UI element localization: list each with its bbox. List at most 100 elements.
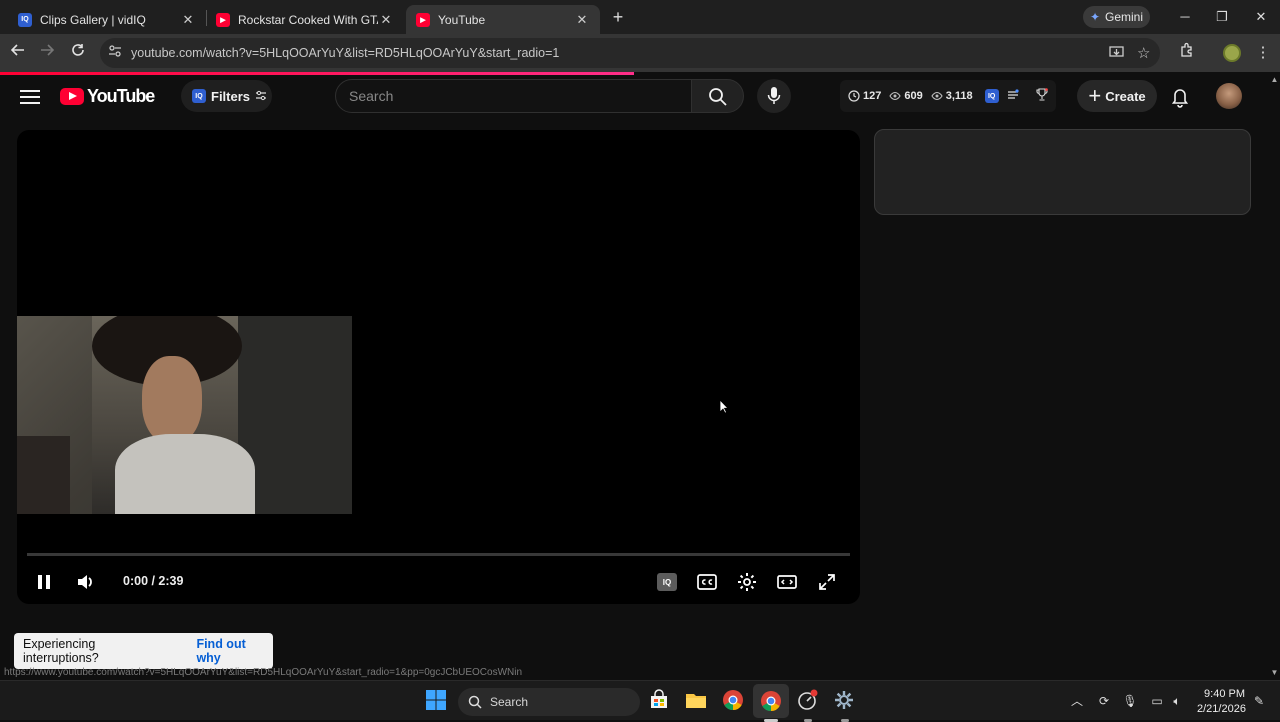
microsoft-store-icon[interactable]	[648, 689, 672, 713]
vidiq-icon: IQ	[657, 573, 677, 591]
vidiq-icon[interactable]: IQ	[984, 89, 999, 103]
theater-mode-icon	[777, 575, 797, 589]
create-button[interactable]: + Create	[1077, 80, 1157, 112]
status-bar-url: https://www.youtube.com/watch?v=5HLqOOAr…	[4, 667, 523, 678]
clock-icon	[848, 90, 860, 102]
sliders-icon	[255, 89, 267, 104]
face-shape	[142, 356, 202, 444]
chrome-profile-icon[interactable]	[753, 684, 789, 722]
extensions-puzzle-icon[interactable]	[1176, 42, 1198, 64]
speaker-icon[interactable]: 🔈︎	[1168, 692, 1186, 710]
tab-youtube[interactable]: ▶ YouTube ✕	[406, 5, 600, 34]
youtube-masthead: YouTube IQ Filters 127 609 3,118 IQ	[0, 75, 1268, 119]
scroll-down-arrow-icon[interactable]: ▼	[1269, 668, 1280, 678]
address-bar[interactable]: youtube.com/watch?v=5HLqOOArYuY&list=RD5…	[100, 38, 1160, 68]
youtube-logo[interactable]: YouTube	[60, 86, 155, 107]
clock-stat-value: 127	[863, 90, 882, 102]
network-icon[interactable]: ▭	[1148, 692, 1166, 710]
trophy-icon[interactable]	[1036, 88, 1048, 104]
close-tab-icon[interactable]: ✕	[180, 12, 196, 28]
vidiq-icon: IQ	[192, 89, 206, 103]
voice-search-button[interactable]	[757, 79, 791, 113]
new-tab-button[interactable]: +	[608, 7, 628, 27]
windows-taskbar: Search ︿ ⟳ 🎙︎ ▭ 🔈︎ 9:40 PM 2/21/2026 ✎	[0, 680, 1280, 722]
install-app-icon[interactable]	[1109, 45, 1124, 64]
views-eye-icon	[931, 91, 943, 101]
create-label: Create	[1105, 88, 1146, 104]
sidebar-placeholder-card	[874, 129, 1251, 215]
vidiq-icon: IQ	[18, 12, 32, 27]
settings-gear-icon[interactable]	[833, 689, 857, 722]
gemini-label: Gemini	[1105, 10, 1144, 24]
reload-icon[interactable]	[67, 42, 89, 64]
tab-rockstar-video[interactable]: ▶ Rockstar Cooked With GTA 6 Br ✕	[206, 5, 404, 34]
notification-center-icon[interactable]: ✎	[1250, 692, 1268, 710]
video-player[interactable]: 0:00 / 2:39 IQ	[17, 130, 860, 604]
minimize-window-icon[interactable]: ─	[1173, 6, 1197, 28]
fullscreen-icon	[819, 574, 835, 590]
recording-app-icon[interactable]	[796, 689, 820, 722]
filters-label: Filters	[211, 88, 251, 104]
restore-window-icon[interactable]: ❐	[1210, 6, 1234, 28]
shirt-shape	[115, 434, 255, 514]
browser-tab-strip: IQ Clips Gallery | vidIQ ✕ ▶ Rockstar Co…	[0, 0, 1280, 34]
theater-mode-button[interactable]	[775, 570, 799, 594]
youtube-icon: ▶	[416, 12, 430, 27]
subtitles-button[interactable]	[695, 570, 719, 594]
chrome-icon[interactable]	[722, 689, 746, 713]
more-menu-icon[interactable]: ⋮	[1252, 42, 1274, 64]
gear-icon	[738, 573, 756, 591]
vidiq-list-icon[interactable]	[1007, 88, 1019, 104]
bookmark-star-icon[interactable]: ☆	[1137, 44, 1150, 62]
fullscreen-button[interactable]	[815, 570, 839, 594]
scroll-up-arrow-icon[interactable]: ▲	[1269, 75, 1280, 85]
search-input[interactable]	[349, 80, 679, 112]
back-arrow-icon[interactable]	[7, 42, 29, 64]
closed-captions-icon	[697, 574, 717, 590]
profile-avatar-icon[interactable]	[1221, 42, 1243, 64]
browser-toolbar: youtube.com/watch?v=5HLqOOArYuY&list=RD5…	[0, 34, 1280, 72]
file-explorer-icon[interactable]	[685, 689, 709, 713]
close-tab-icon[interactable]: ✕	[378, 12, 394, 28]
volume-icon	[78, 575, 92, 589]
url-text: youtube.com/watch?v=5HLqOOArYuY&list=RD5…	[131, 46, 560, 60]
vidiq-player-button[interactable]: IQ	[655, 570, 679, 594]
taskbar-search[interactable]: Search	[458, 688, 640, 716]
find-out-why-link[interactable]: Find out why	[196, 637, 273, 665]
foreground-object	[17, 436, 70, 514]
sync-icon[interactable]: ⟳	[1095, 692, 1113, 710]
account-avatar[interactable]	[1216, 83, 1242, 109]
site-info-icon[interactable]	[108, 44, 124, 60]
plus-icon: +	[1088, 83, 1102, 108]
video-progress-bar[interactable]	[27, 553, 850, 556]
windows-start-button[interactable]	[425, 689, 449, 713]
clock-time: 9:40 PM	[1204, 688, 1245, 700]
show-hidden-icons-chevron-icon[interactable]: ︿	[1068, 692, 1086, 710]
windows-logo-icon	[426, 690, 446, 710]
search-button[interactable]	[691, 79, 744, 113]
tab-title: YouTube	[438, 12, 486, 27]
vidiq-filters-button[interactable]: IQ Filters	[181, 80, 272, 112]
gemini-button[interactable]: ✦ Gemini	[1083, 6, 1150, 28]
youtube-play-logo-icon	[60, 88, 84, 105]
close-tab-icon[interactable]: ✕	[574, 12, 590, 28]
settings-button[interactable]	[735, 570, 759, 594]
mouse-cursor-icon	[719, 399, 729, 414]
pause-button[interactable]	[32, 570, 56, 594]
tab-clips-gallery[interactable]: IQ Clips Gallery | vidIQ ✕	[8, 5, 206, 34]
vidiq-stats-bar[interactable]: 127 609 3,118 IQ	[840, 80, 1056, 112]
views-stat-value: 3,118	[945, 90, 973, 102]
youtube-icon: ▶	[216, 12, 230, 27]
tab-title: Clips Gallery | vidIQ	[40, 12, 146, 27]
gemini-sparkle-icon: ✦	[1089, 10, 1101, 24]
hamburger-menu-icon[interactable]	[19, 86, 41, 108]
notifications-bell-icon[interactable]	[1167, 84, 1193, 110]
forward-arrow-icon[interactable]	[36, 42, 58, 64]
microphone-icon	[767, 87, 781, 104]
interruptions-snackbar: Experiencing interruptions? Find out why	[14, 633, 273, 669]
taskbar-clock[interactable]: 9:40 PM 2/21/2026	[1197, 687, 1246, 717]
close-window-icon[interactable]: ✕	[1249, 6, 1273, 28]
microphone-tray-icon[interactable]: 🎙︎	[1121, 692, 1139, 710]
eye-stat-value: 609	[904, 90, 923, 102]
volume-button[interactable]	[74, 570, 98, 594]
